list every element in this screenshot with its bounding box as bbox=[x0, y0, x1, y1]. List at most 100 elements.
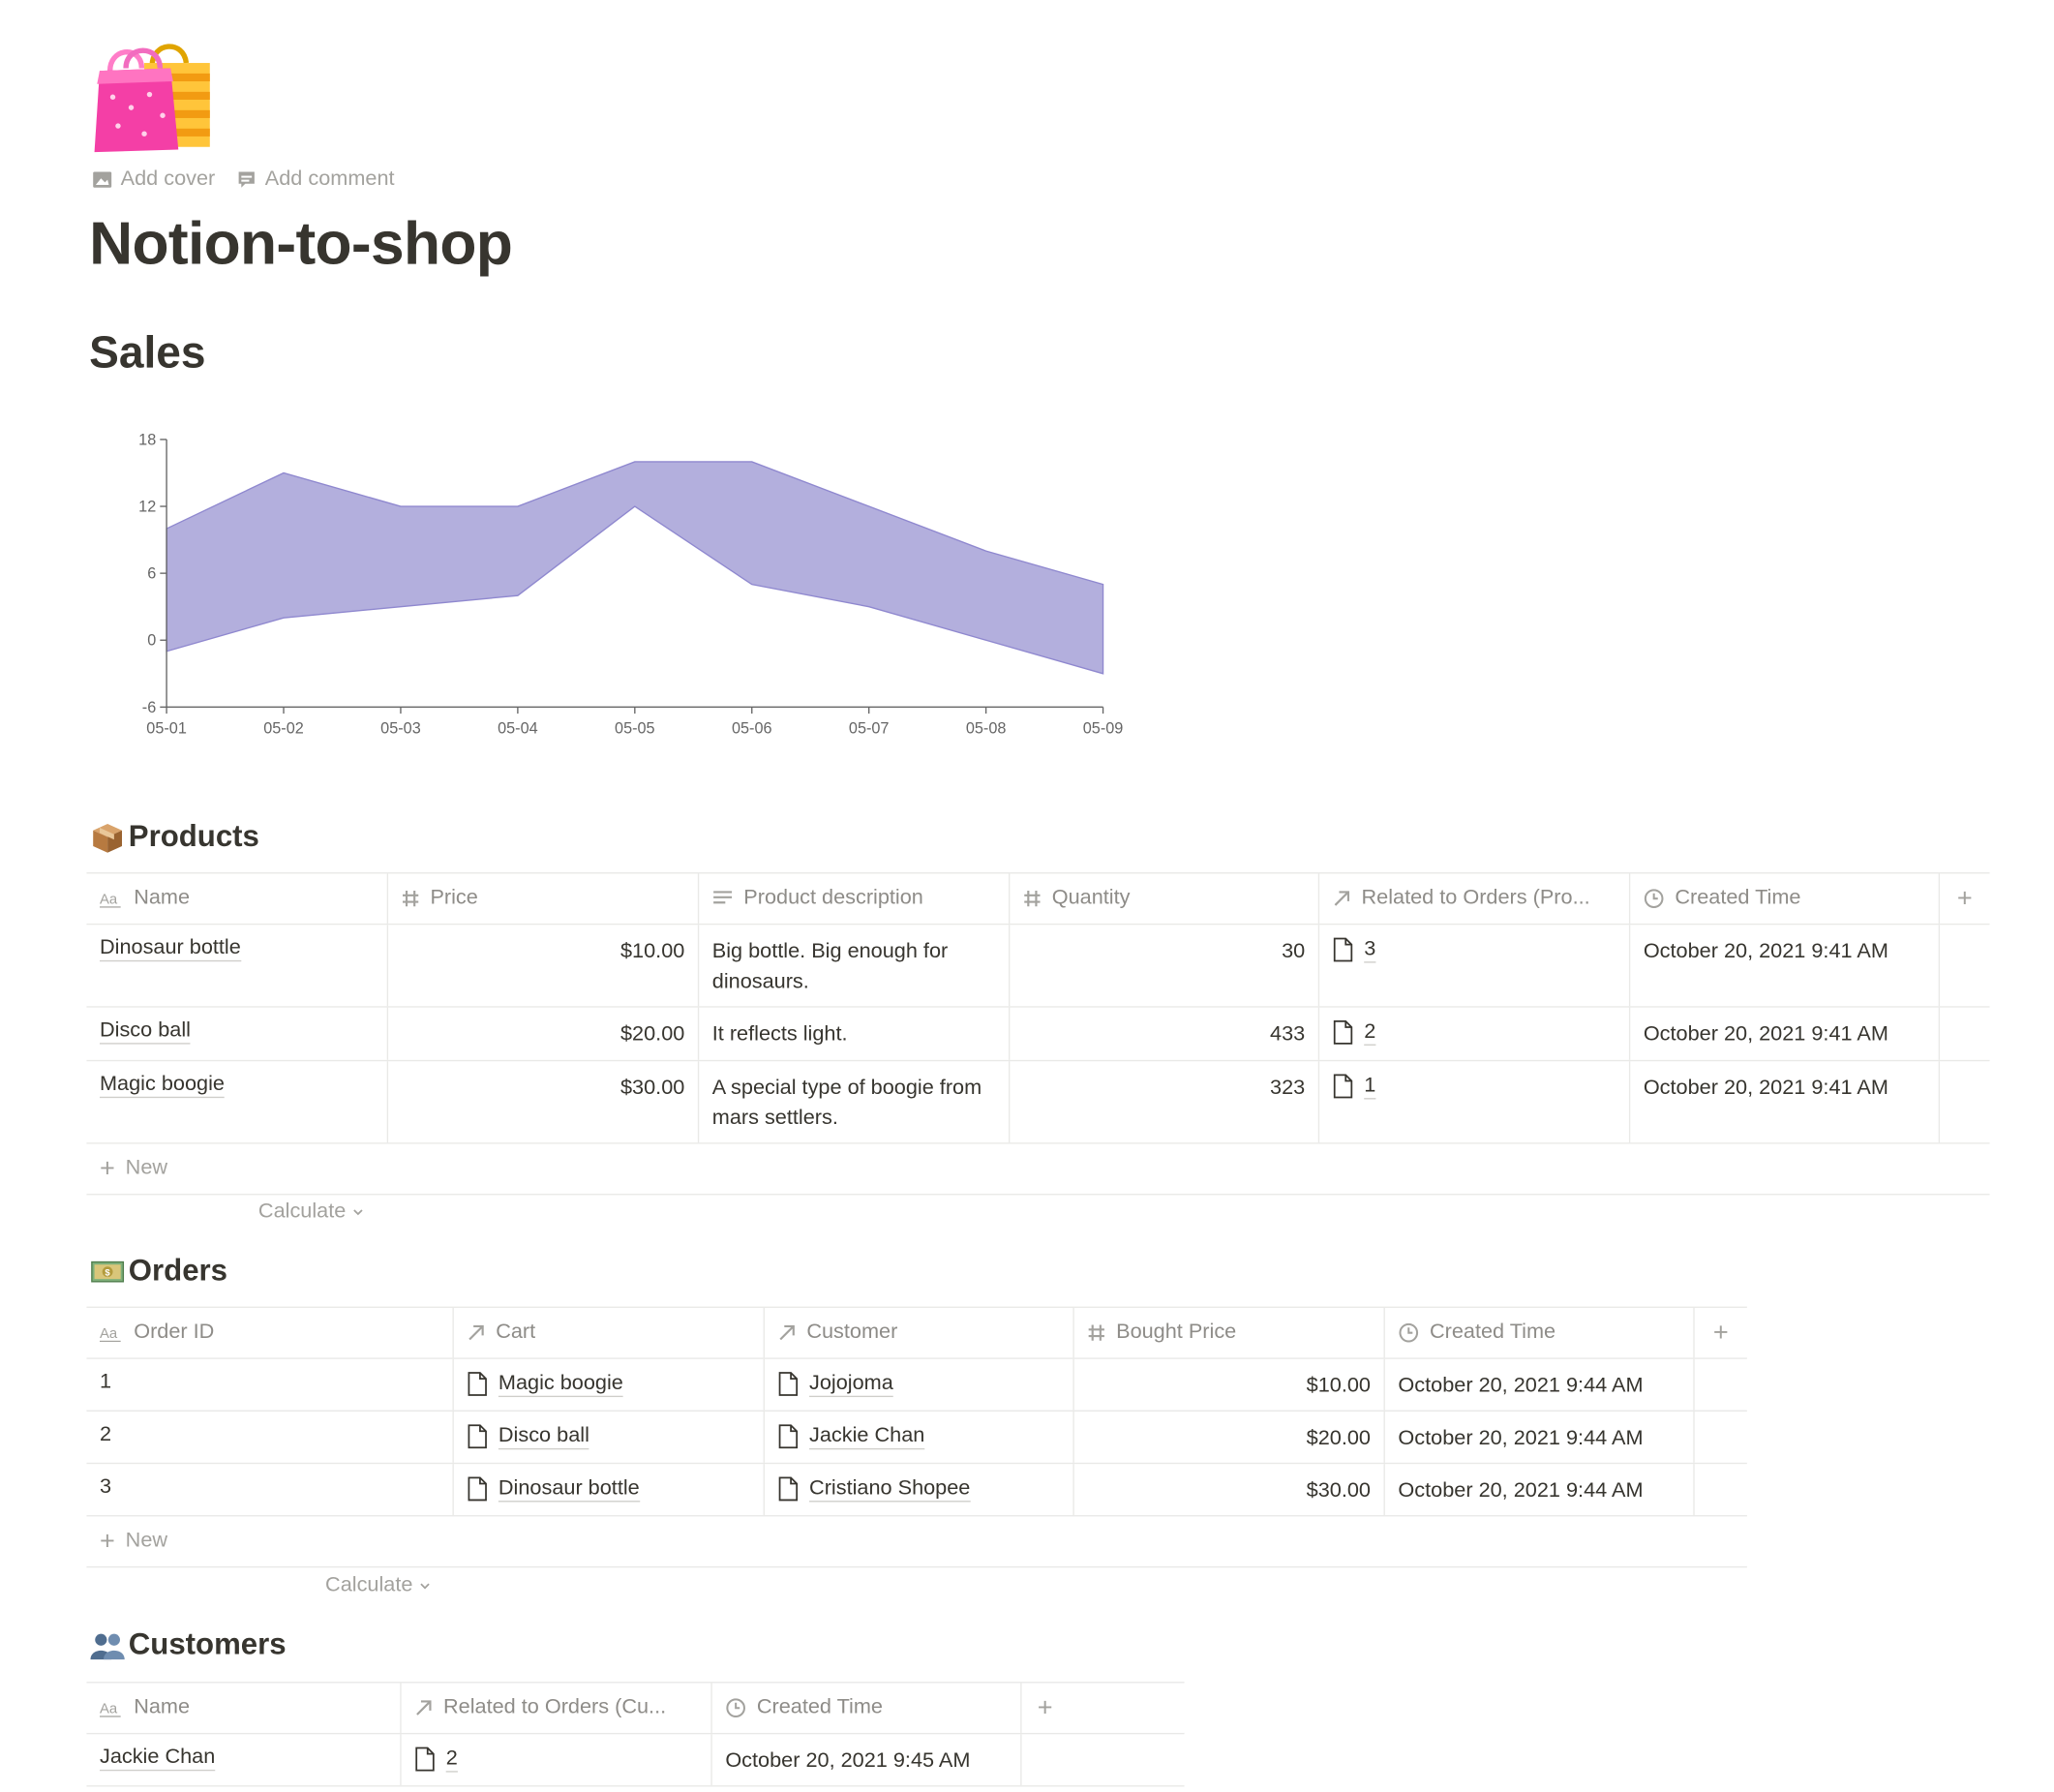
column-header-cart[interactable]: Cart bbox=[454, 1307, 765, 1358]
cell-customer[interactable]: Cristiano Shopee bbox=[765, 1464, 1074, 1516]
column-header-price[interactable]: Price bbox=[388, 873, 700, 924]
column-header-related-orders[interactable]: Related to Orders (Pro... bbox=[1319, 873, 1631, 924]
cell-bought-price[interactable]: $10.00 bbox=[1074, 1358, 1385, 1411]
cell-created-time[interactable]: October 20, 2021 9:41 AM bbox=[1630, 925, 1941, 1007]
add-property-button[interactable]: + bbox=[1695, 1308, 1747, 1357]
cell-cart[interactable]: Disco ball bbox=[454, 1411, 765, 1463]
shopping-bags-icon[interactable] bbox=[89, 29, 215, 155]
cart-link[interactable]: Magic boogie bbox=[498, 1372, 623, 1397]
column-header-created-time[interactable]: Created Time bbox=[712, 1683, 1022, 1733]
cell-customer[interactable]: Jackie Chan bbox=[765, 1411, 1074, 1463]
column-header-related-orders[interactable]: Related to Orders (Cu... bbox=[402, 1683, 712, 1733]
column-header-label: Bought Price bbox=[1116, 1321, 1237, 1344]
row-title-link[interactable]: 2 bbox=[100, 1423, 111, 1446]
cell-created-time[interactable]: October 20, 2021 9:44 AM bbox=[1385, 1411, 1695, 1463]
cell-bought-price[interactable]: $20.00 bbox=[1074, 1411, 1385, 1463]
column-header-name[interactable]: Aa Name bbox=[86, 873, 389, 924]
cell-empty bbox=[1940, 1008, 1989, 1060]
row-title-link[interactable]: Magic boogie bbox=[99, 1073, 225, 1099]
table-row[interactable]: Magic boogie $30.00 A special type of bo… bbox=[86, 1061, 1990, 1144]
cell-created-time[interactable]: October 20, 2021 9:45 AM bbox=[712, 1734, 1022, 1786]
cell-customer[interactable]: Jojojoma bbox=[765, 1358, 1074, 1411]
column-header-quantity[interactable]: Quantity bbox=[1010, 873, 1320, 924]
cell-name[interactable]: Disco ball bbox=[86, 1007, 389, 1060]
cell-quantity[interactable]: 323 bbox=[1010, 1061, 1320, 1143]
customer-link[interactable]: Jojojoma bbox=[809, 1372, 893, 1397]
related-order-link[interactable]: 1 bbox=[1364, 1074, 1376, 1099]
column-header-created-time[interactable]: Created Time bbox=[1630, 873, 1941, 924]
new-row-button[interactable]: + New bbox=[86, 1144, 1990, 1196]
cell-bought-price[interactable]: $30.00 bbox=[1074, 1464, 1385, 1516]
cell-name[interactable]: Dinosaur bottle bbox=[86, 925, 389, 1007]
cell-cart[interactable]: Magic boogie bbox=[454, 1358, 765, 1411]
plus-icon: + bbox=[99, 1153, 115, 1183]
table-row[interactable]: Disco ball $20.00 It reflects light. 433… bbox=[86, 1007, 1990, 1062]
related-order-link[interactable]: 2 bbox=[445, 1746, 458, 1772]
related-order-link[interactable]: 3 bbox=[1364, 937, 1376, 962]
cell-created-time[interactable]: October 20, 2021 9:41 AM bbox=[1630, 1061, 1941, 1143]
y-tick-label: 0 bbox=[147, 632, 156, 650]
column-header-created-time[interactable]: Created Time bbox=[1385, 1307, 1695, 1358]
cell-created-time[interactable]: October 20, 2021 9:41 AM bbox=[1630, 1007, 1941, 1060]
cell-related-orders[interactable]: 3 bbox=[1319, 925, 1631, 1007]
cell-name[interactable]: Jackie Chan bbox=[86, 1734, 402, 1786]
cell-quantity[interactable]: 30 bbox=[1010, 925, 1320, 1007]
cell-quantity[interactable]: 433 bbox=[1010, 1007, 1320, 1060]
cell-empty bbox=[1695, 1464, 1747, 1515]
table-row[interactable]: 2 Disco ball Jackie Chan $20.00 October … bbox=[86, 1411, 1747, 1465]
cell-cart[interactable]: Dinosaur bottle bbox=[454, 1464, 765, 1516]
column-header-product-description[interactable]: Product description bbox=[699, 873, 1011, 924]
cell-empty bbox=[1940, 1061, 1989, 1142]
cell-order-id[interactable]: 3 bbox=[86, 1464, 454, 1516]
sales-heading[interactable]: Sales bbox=[89, 328, 205, 380]
cell-created-time[interactable]: October 20, 2021 9:44 AM bbox=[1385, 1464, 1695, 1516]
row-title-link[interactable]: Jackie Chan bbox=[99, 1746, 216, 1772]
cell-description[interactable]: A special type of boogie from mars settl… bbox=[699, 1061, 1011, 1143]
cell-created-time[interactable]: October 20, 2021 9:44 AM bbox=[1385, 1358, 1695, 1411]
related-order-link[interactable]: 2 bbox=[1364, 1020, 1376, 1046]
calculate-button[interactable]: Calculate bbox=[325, 1574, 431, 1597]
column-header-order-id[interactable]: Aa Order ID bbox=[86, 1307, 454, 1358]
number-property-icon bbox=[1023, 890, 1042, 908]
customers-heading[interactable]: Customers bbox=[89, 1626, 287, 1662]
cell-price[interactable]: $10.00 bbox=[388, 925, 700, 1007]
table-row[interactable]: 3 Dinosaur bottle Cristiano Shopee $30.0… bbox=[86, 1464, 1747, 1517]
cell-order-id[interactable]: 1 bbox=[86, 1358, 454, 1411]
table-row[interactable]: Jackie Chan 2 October 20, 2021 9:45 AM bbox=[86, 1734, 1185, 1787]
column-header-bought-price[interactable]: Bought Price bbox=[1074, 1307, 1385, 1358]
cart-link[interactable]: Disco ball bbox=[498, 1424, 589, 1449]
money-icon: $ bbox=[91, 1260, 125, 1282]
cell-price[interactable]: $30.00 bbox=[388, 1061, 700, 1143]
table-row[interactable]: Dinosaur bottle $10.00 Big bottle. Big e… bbox=[86, 925, 1990, 1008]
add-cover-button[interactable]: Add cover bbox=[92, 167, 215, 191]
cell-description[interactable]: It reflects light. bbox=[699, 1007, 1011, 1060]
customer-link[interactable]: Cristiano Shopee bbox=[809, 1476, 971, 1502]
cart-link[interactable]: Dinosaur bottle bbox=[498, 1476, 640, 1502]
cell-related-orders[interactable]: 2 bbox=[402, 1734, 712, 1786]
row-title-link[interactable]: 1 bbox=[100, 1371, 111, 1394]
plus-icon: + bbox=[99, 1526, 115, 1556]
cell-order-id[interactable]: 2 bbox=[86, 1411, 454, 1463]
cell-name[interactable]: Magic boogie bbox=[86, 1061, 389, 1143]
cell-related-orders[interactable]: 1 bbox=[1319, 1061, 1631, 1143]
bought-price-value: $10.00 bbox=[1306, 1375, 1371, 1398]
cell-description[interactable]: Big bottle. Big enough for dinosaurs. bbox=[699, 925, 1011, 1007]
calculate-button[interactable]: Calculate bbox=[258, 1200, 364, 1224]
products-heading[interactable]: Products bbox=[89, 819, 259, 855]
cell-price[interactable]: $20.00 bbox=[388, 1007, 700, 1060]
column-header-customer[interactable]: Customer bbox=[765, 1307, 1074, 1358]
table-row[interactable]: 1 Magic boogie Jojojoma $10.00 October 2… bbox=[86, 1358, 1747, 1412]
row-title-link[interactable]: Disco ball bbox=[99, 1019, 191, 1045]
customer-link[interactable]: Jackie Chan bbox=[809, 1424, 925, 1449]
row-title-link[interactable]: Dinosaur bottle bbox=[99, 936, 241, 962]
add-property-button[interactable]: + bbox=[1940, 873, 1989, 923]
cell-related-orders[interactable]: 2 bbox=[1319, 1007, 1631, 1060]
page-title[interactable]: Notion-to-shop bbox=[89, 207, 513, 278]
new-row-button[interactable]: + New bbox=[86, 1516, 1747, 1568]
add-property-button[interactable]: + bbox=[1022, 1683, 1185, 1732]
row-title-link[interactable]: 3 bbox=[100, 1475, 111, 1499]
orders-heading[interactable]: $ Orders bbox=[89, 1253, 227, 1289]
column-header-name[interactable]: Aa Name bbox=[86, 1683, 402, 1733]
add-comment-button[interactable]: Add comment bbox=[236, 167, 395, 191]
new-row-label: New bbox=[125, 1157, 168, 1180]
